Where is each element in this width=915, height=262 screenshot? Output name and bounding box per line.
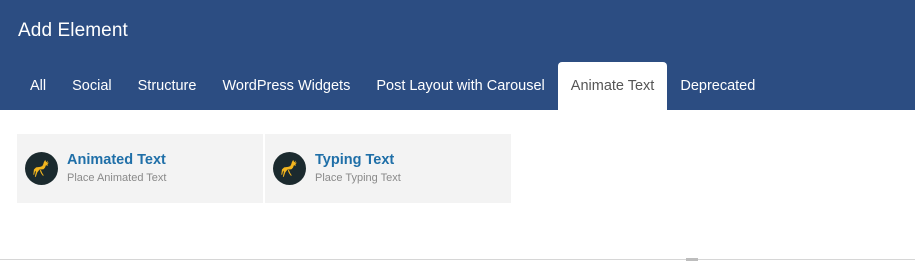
element-title: Animated Text	[67, 152, 166, 168]
tab-deprecated[interactable]: Deprecated	[667, 62, 768, 110]
resize-handle[interactable]	[686, 258, 698, 261]
tab-animate-text[interactable]: Animate Text	[557, 62, 668, 110]
footer-divider	[0, 259, 915, 260]
element-card-typing-text[interactable]: Typing Text Place Typing Text	[265, 134, 511, 203]
element-card-animated-text[interactable]: Animated Text Place Animated Text	[17, 134, 263, 203]
element-title: Typing Text	[315, 152, 395, 168]
tab-all[interactable]: All	[17, 62, 59, 110]
tab-bar: All Social Structure WordPress Widgets P…	[17, 62, 768, 110]
dialog-title: Add Element	[18, 20, 128, 41]
tab-post-layout-with-carousel[interactable]: Post Layout with Carousel	[363, 62, 557, 110]
dialog-header: Add Element All Social Structure WordPre…	[0, 0, 915, 110]
deer-icon	[25, 152, 58, 185]
tab-wordpress-widgets[interactable]: WordPress Widgets	[209, 62, 363, 110]
deer-icon	[273, 152, 306, 185]
element-subtitle: Place Typing Text	[315, 172, 401, 184]
tab-social[interactable]: Social	[59, 62, 125, 110]
element-subtitle: Place Animated Text	[67, 172, 167, 184]
element-list: Animated Text Place Animated Text Typing…	[17, 134, 511, 203]
tab-structure[interactable]: Structure	[125, 62, 210, 110]
